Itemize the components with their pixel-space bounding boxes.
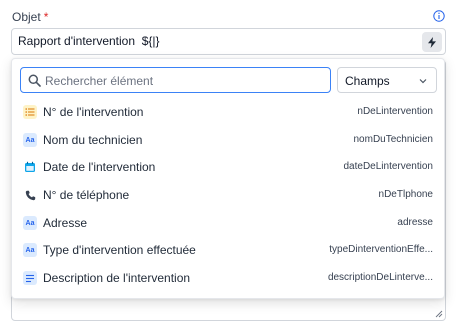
phone-icon (23, 188, 37, 202)
variable-picker-dropdown: Champs N° de l'intervention nDeLinterven… (11, 58, 445, 299)
list-item-key: dateDeLintervention (343, 161, 433, 172)
list-item-key: nDeTlphone (378, 189, 433, 200)
insert-variable-button[interactable] (422, 32, 442, 52)
text-icon: Aa (23, 216, 37, 230)
list-item-address[interactable]: Aa Adresse adresse (12, 213, 444, 235)
chevron-down-icon (419, 79, 427, 84)
list-item-key: typeDinterventionEffe... (329, 244, 433, 255)
search-field[interactable] (20, 67, 331, 93)
list-item-key: nDeLintervention (357, 106, 433, 117)
list-item-intervention-description[interactable]: Description de l'intervention descriptio… (12, 268, 444, 290)
list-item-label: Nom du technicien (43, 133, 143, 147)
search-input[interactable] (45, 72, 325, 89)
list-item-key: descriptionDeLinterve... (327, 272, 433, 283)
field-type-select[interactable]: Champs (337, 67, 437, 93)
info-icon[interactable] (433, 10, 445, 22)
field-label: Objet * (12, 10, 48, 24)
list-item-key: adresse (397, 217, 433, 228)
list-item-label: Description de l'intervention (43, 271, 191, 285)
list-item-label: N° de l'intervention (43, 105, 144, 119)
text-icon: Aa (23, 133, 37, 147)
search-icon (28, 74, 41, 87)
list-item-intervention-number[interactable]: N° de l'intervention nDeLintervention (12, 102, 444, 124)
calendar-icon (23, 160, 37, 174)
paragraph-icon (23, 271, 37, 285)
resize-handle-icon[interactable] (435, 310, 443, 318)
list-item-label: Type d'intervention effectuée (43, 243, 196, 257)
subject-input-value[interactable]: Rapport d'intervention ${|} (18, 34, 160, 48)
list-item-key: nomDuTechnicien (353, 134, 434, 145)
required-mark: * (43, 10, 49, 24)
field-label-text: Objet (12, 10, 41, 24)
list-item-label: Adresse (43, 216, 88, 230)
list-item-label: Date de l'intervention (43, 160, 156, 174)
list-item-phone-number[interactable]: N° de téléphone nDeTlphone (12, 185, 444, 207)
field-type-select-value: Champs (345, 74, 390, 88)
list-item-technician-name[interactable]: Aa Nom du technicien nomDuTechnicien (12, 130, 444, 152)
list-item-intervention-date[interactable]: Date de l'intervention dateDeLinterventi… (12, 157, 444, 179)
subject-input[interactable]: Rapport d'intervention ${|} (11, 28, 446, 55)
text-icon: Aa (23, 243, 37, 257)
bolt-icon (428, 36, 436, 48)
list-item-intervention-type[interactable]: Aa Type d'intervention effectuée typeDin… (12, 240, 444, 262)
list-item-label: N° de téléphone (43, 188, 130, 202)
list-icon (23, 105, 37, 119)
